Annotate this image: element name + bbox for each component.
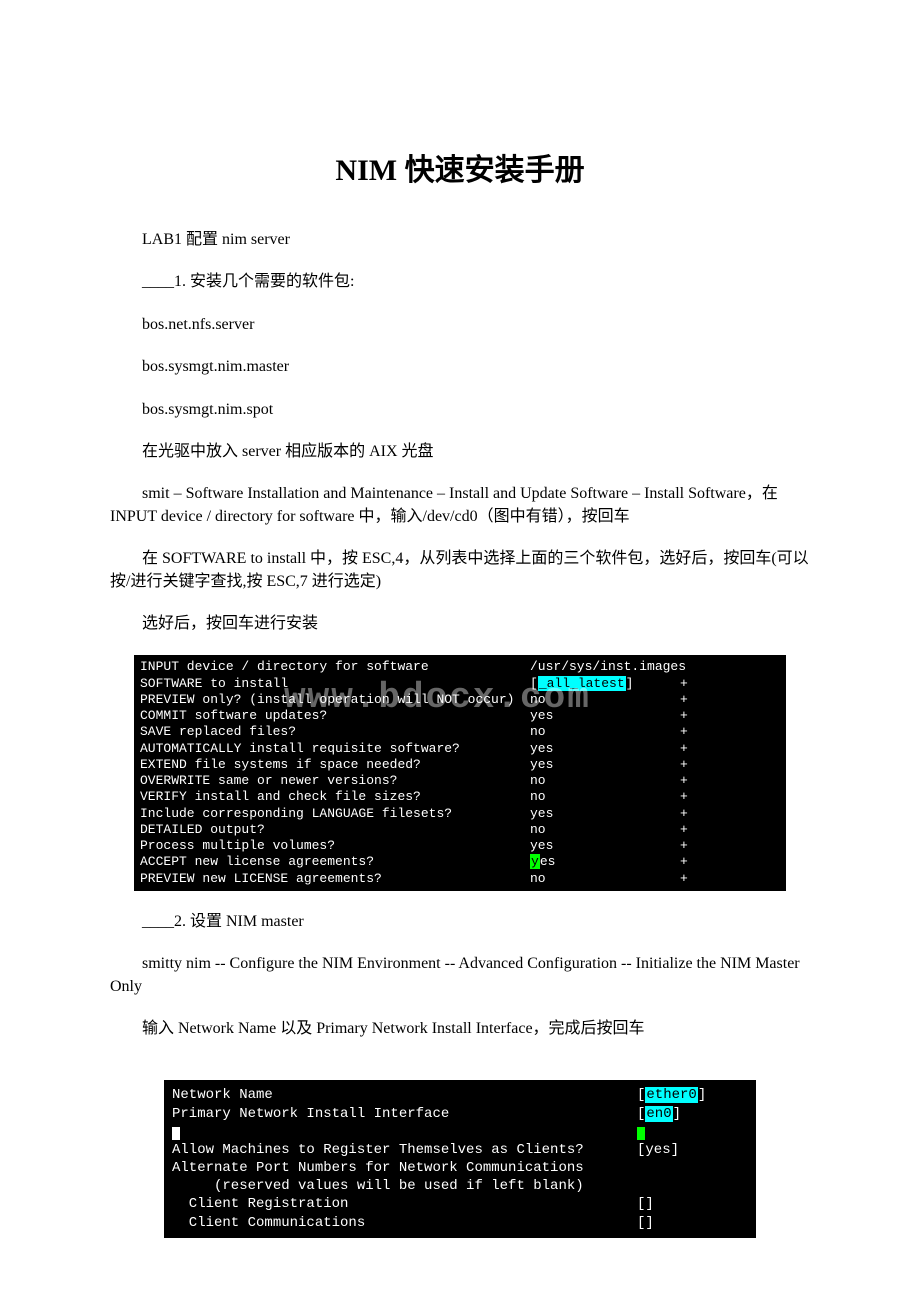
field-value: yes (530, 838, 680, 854)
field-value: [] (637, 1214, 737, 1232)
field-value: yes (530, 806, 680, 822)
field-label: INPUT device / directory for software (140, 659, 530, 675)
field-value: no (530, 692, 680, 708)
plus-marker: + (680, 724, 688, 740)
field-value: no (530, 724, 680, 740)
term-row: PREVIEW only? (install operation will NO… (140, 692, 780, 708)
term-row: Process multiple volumes? yes + (140, 838, 780, 854)
field-value: yes (530, 741, 680, 757)
plus-marker: + (680, 773, 688, 789)
term-row: PREVIEW new LICENSE agreements? no + (140, 871, 780, 887)
plus-marker: + (680, 838, 688, 854)
term-row: COMMIT software updates? yes + (140, 708, 780, 724)
field-value: [_all_latest] (530, 676, 680, 692)
cursor-icon (172, 1127, 180, 1140)
network-instruction: 输入 Network Name 以及 Primary Network Insta… (110, 1018, 810, 1040)
plus-marker: + (680, 741, 688, 757)
cursor-green-icon (637, 1127, 645, 1140)
plus-marker: + (680, 806, 688, 822)
smit-path: smit – Software Installation and Mainten… (110, 483, 810, 528)
plus-marker: + (680, 822, 688, 838)
field-label: EXTEND file systems if space needed? (140, 757, 530, 773)
plus-marker: + (680, 676, 688, 692)
plus-marker: + (680, 789, 688, 805)
terminal-nim-master: Network Name [ether0] Primary Network In… (164, 1080, 756, 1238)
field-label: (reserved values will be used if left bl… (172, 1177, 637, 1195)
field-label: VERIFY install and check file sizes? (140, 789, 530, 805)
term-row: (reserved values will be used if left bl… (172, 1177, 748, 1195)
term-row: OVERWRITE same or newer versions? no + (140, 773, 780, 789)
plus-marker: + (680, 871, 688, 887)
field-value: no (530, 773, 680, 789)
lab-heading: LAB1 配置 nim server (110, 229, 810, 251)
term-row: ACCEPT new license agreements? yes + (140, 854, 780, 870)
cd-instruction: 在光驱中放入 server 相应版本的 AIX 光盘 (110, 441, 810, 463)
term-row: DETAILED output? no + (140, 822, 780, 838)
term-row: Include corresponding LANGUAGE filesets?… (140, 806, 780, 822)
term-row: Network Name [ether0] (172, 1086, 748, 1104)
terminal-install-software: INPUT device / directory for software /u… (134, 655, 786, 891)
field-value: [yes] (637, 1141, 737, 1159)
field-label: Network Name (172, 1086, 637, 1104)
cursor-highlight: y (530, 854, 540, 869)
field-value: no (530, 822, 680, 838)
step-1: ____1. 安装几个需要的软件包: (110, 271, 810, 293)
field-label: Client Communications (172, 1214, 637, 1232)
smitty-path: smitty nim -- Configure the NIM Environm… (110, 953, 810, 998)
highlighted-value: ether0 (645, 1087, 697, 1103)
field-value: no (530, 871, 680, 887)
field-value: yes (530, 708, 680, 724)
field-label: Include corresponding LANGUAGE filesets? (140, 806, 530, 822)
plus-marker: + (680, 692, 688, 708)
field-label: AUTOMATICALLY install requisite software… (140, 741, 530, 757)
term-row: VERIFY install and check file sizes? no … (140, 789, 780, 805)
field-label: SAVE replaced files? (140, 724, 530, 740)
pkg-1: bos.net.nfs.server (110, 314, 810, 336)
field-label: Alternate Port Numbers for Network Commu… (172, 1159, 637, 1177)
page-title: NIM 快速安装手册 (110, 145, 810, 189)
esc4-instruction: 在 SOFTWARE to install 中，按 ESC,4，从列表中选择上面… (110, 548, 810, 593)
pkg-2: bos.sysmgt.nim.master (110, 356, 810, 378)
field-label: SOFTWARE to install (140, 676, 530, 692)
term-row: SOFTWARE to install [_all_latest] + (140, 676, 780, 692)
field-value: /usr/sys/inst.images (530, 659, 686, 675)
field-label: OVERWRITE same or newer versions? (140, 773, 530, 789)
field-label: DETAILED output? (140, 822, 530, 838)
term-row: Client Registration [] (172, 1195, 748, 1213)
highlighted-value: _all_latest (538, 676, 626, 691)
term-row: Primary Network Install Interface [en0] (172, 1105, 748, 1123)
plus-marker: + (680, 708, 688, 724)
field-value: yes (530, 757, 680, 773)
term-row: INPUT device / directory for software /u… (140, 659, 780, 675)
field-label: Allow Machines to Register Themselves as… (172, 1141, 637, 1159)
cursor-line (172, 1123, 637, 1141)
field-value (637, 1123, 737, 1141)
pkg-3: bos.sysmgt.nim.spot (110, 399, 810, 421)
field-value: [] (637, 1195, 737, 1213)
plus-marker: + (680, 854, 688, 870)
plus-marker: + (680, 757, 688, 773)
term-row: Alternate Port Numbers for Network Commu… (172, 1159, 748, 1177)
term-row: SAVE replaced files? no + (140, 724, 780, 740)
field-value: yes (530, 854, 680, 870)
field-label: PREVIEW only? (install operation will NO… (140, 692, 530, 708)
term-row: Allow Machines to Register Themselves as… (172, 1141, 748, 1159)
field-label: COMMIT software updates? (140, 708, 530, 724)
term-row: Client Communications [] (172, 1214, 748, 1232)
field-value: no (530, 789, 680, 805)
field-value: [en0] (637, 1105, 737, 1123)
field-label: Primary Network Install Interface (172, 1105, 637, 1123)
enter-instruction: 选好后，按回车进行安装 (110, 613, 810, 635)
term-row (172, 1123, 748, 1141)
field-value: [ether0] (637, 1086, 737, 1104)
field-label: Client Registration (172, 1195, 637, 1213)
step-2: ____2. 设置 NIM master (110, 911, 810, 933)
highlighted-value: en0 (645, 1106, 672, 1122)
term-row: AUTOMATICALLY install requisite software… (140, 741, 780, 757)
field-label: Process multiple volumes? (140, 838, 530, 854)
field-label: ACCEPT new license agreements? (140, 854, 530, 870)
field-label: PREVIEW new LICENSE agreements? (140, 871, 530, 887)
term-row: EXTEND file systems if space needed? yes… (140, 757, 780, 773)
